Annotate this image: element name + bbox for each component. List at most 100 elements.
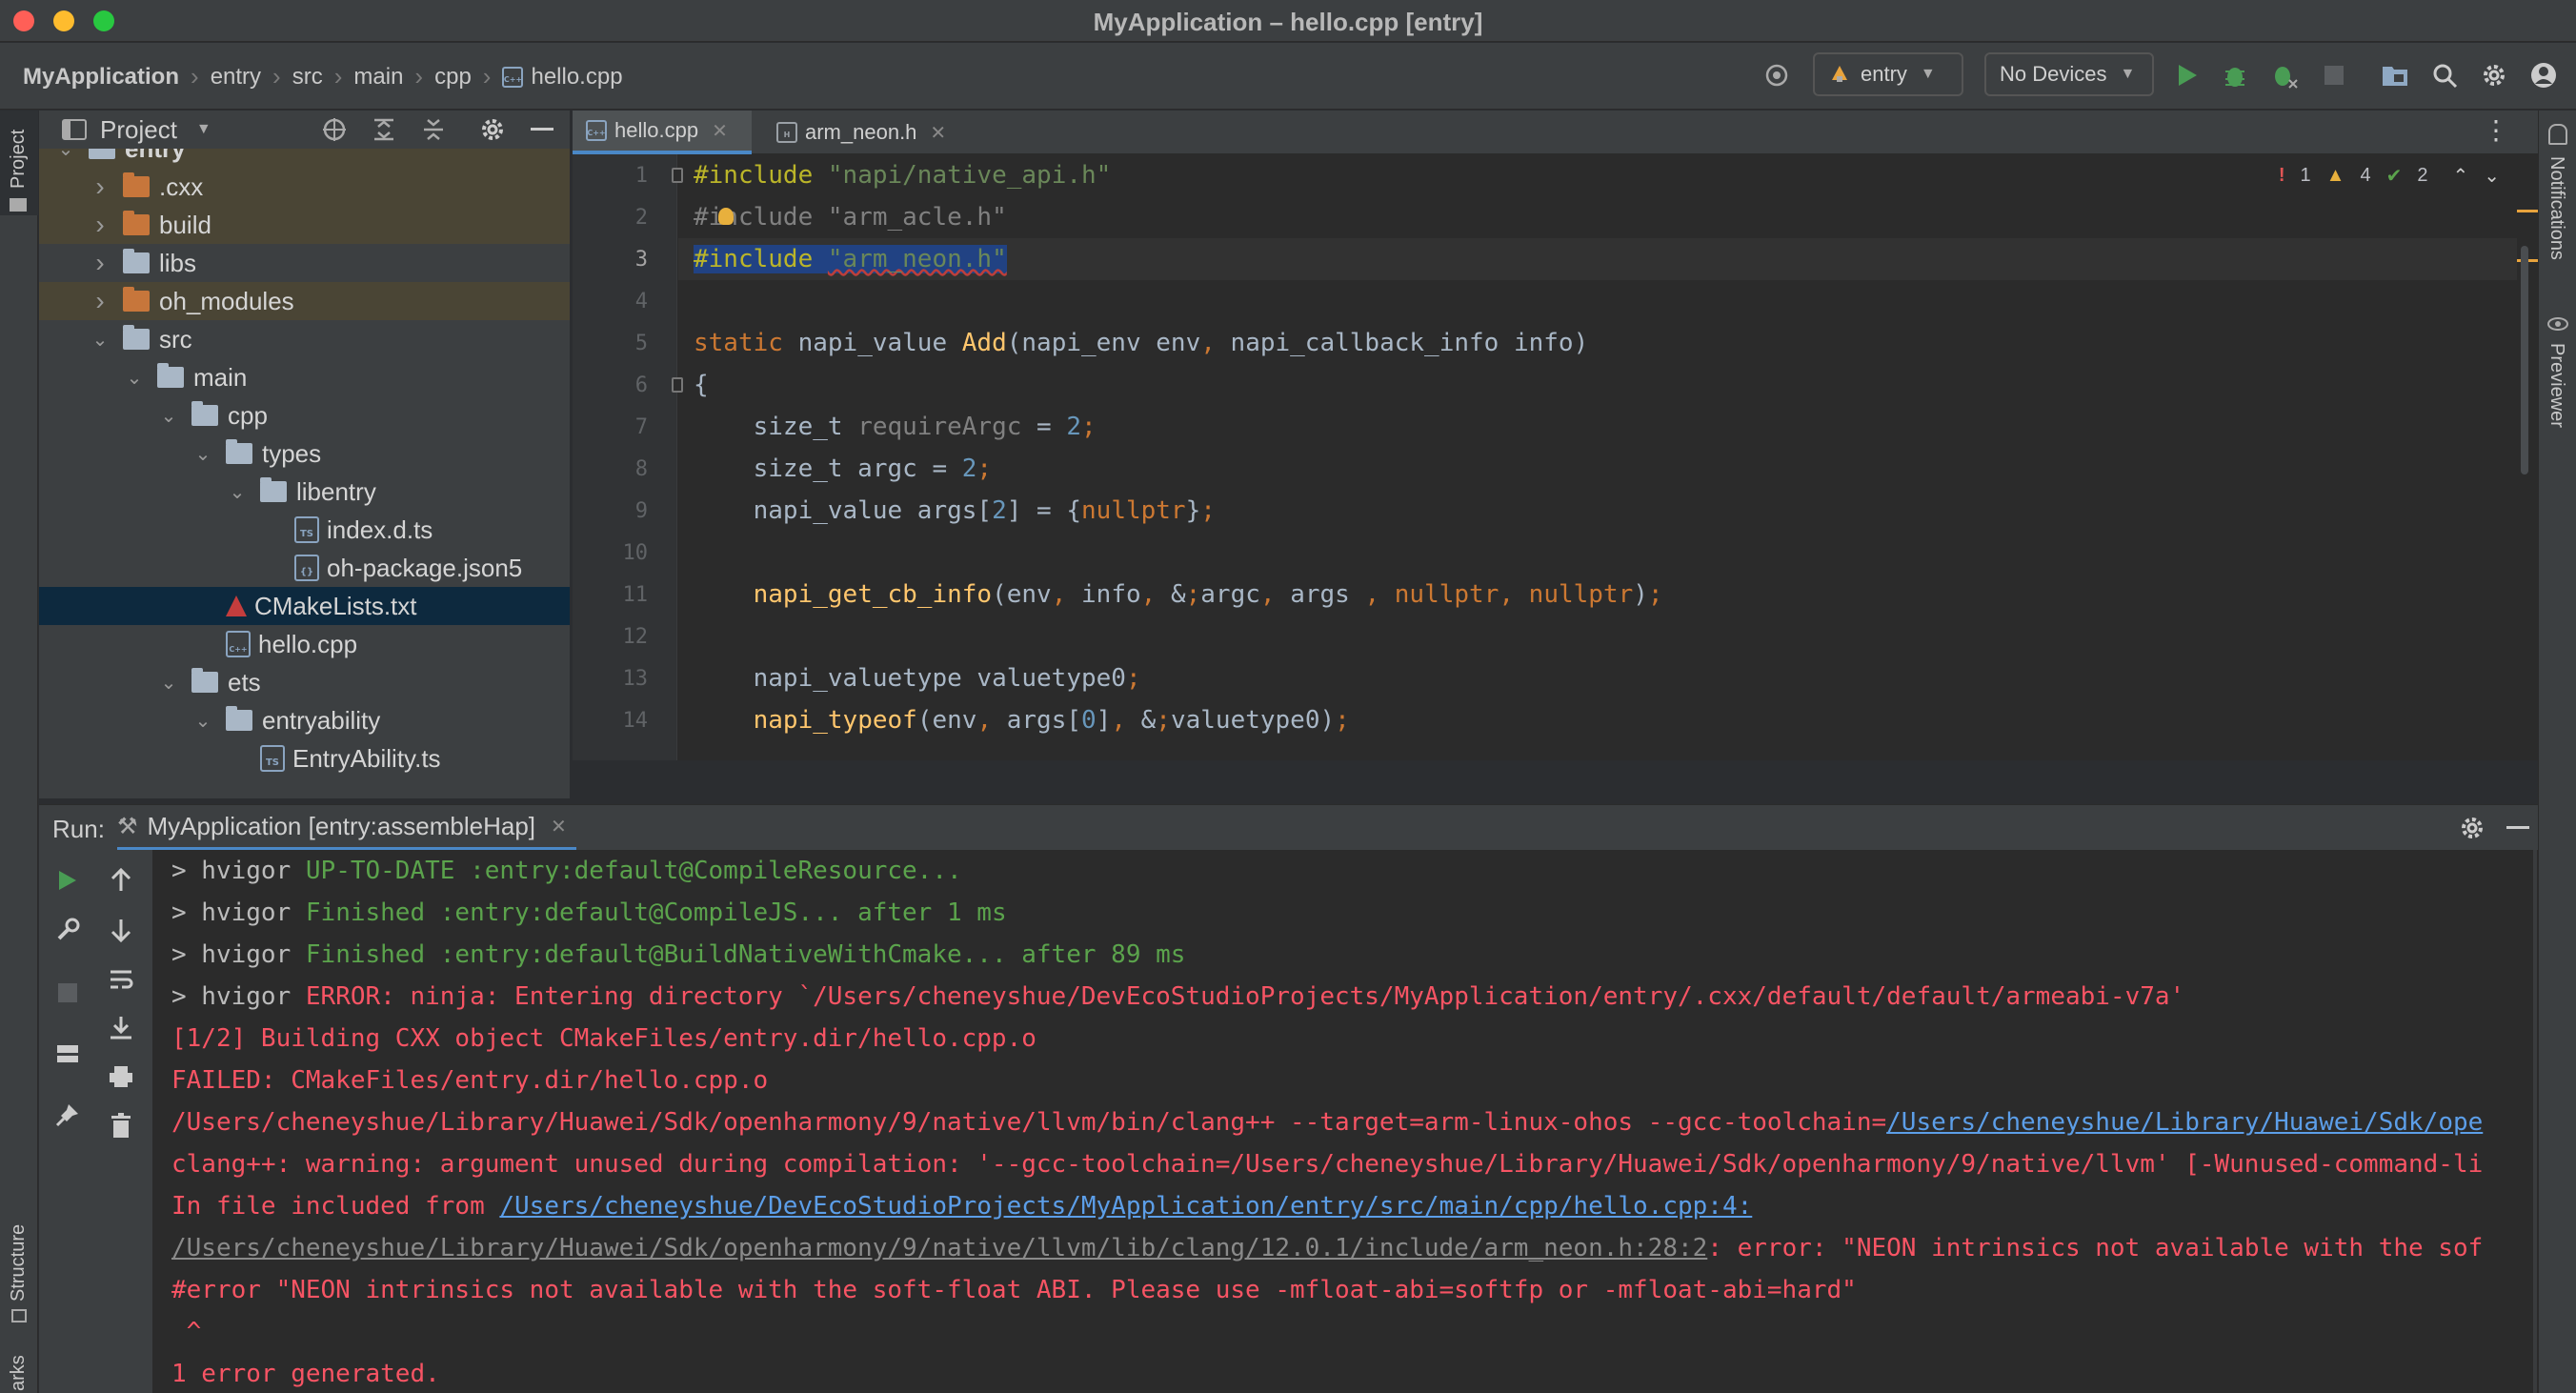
expand-all-icon[interactable]	[371, 116, 397, 150]
code-area[interactable]: #include "napi/native_api.h" #include "ar…	[694, 154, 2504, 760]
breadcrumb-item[interactable]: entry	[211, 64, 261, 91]
hide-panel-icon[interactable]	[2506, 826, 2529, 829]
settings-gear-icon[interactable]	[2459, 815, 2485, 846]
next-highlight-icon[interactable]: ⌄	[2484, 164, 2500, 188]
locate-file-icon[interactable]	[321, 116, 348, 150]
chevron-right-icon[interactable]: ›	[91, 172, 110, 202]
notifications-tool-tab[interactable]: Notifications	[2539, 120, 2576, 292]
bookmarks-tool-tab[interactable]: arks	[0, 1349, 38, 1393]
breadcrumb-item[interactable]: src	[292, 64, 323, 91]
editor-scrollbar[interactable]	[2511, 154, 2538, 760]
run-config-tab[interactable]: ⚒ MyApplication [entry:assembleHap] ✕	[117, 805, 576, 851]
up-arrow-icon[interactable]	[104, 863, 138, 898]
structure-tool-tab[interactable]: Structure	[0, 1187, 38, 1330]
code-line[interactable]: napi_valuetype valuetype0;	[694, 657, 1141, 699]
console-file-link[interactable]: /Users/cheneyshue/Library/Huawei/Sdk/ope	[1886, 1108, 2483, 1137]
tree-item[interactable]: ⌄ entryability	[39, 701, 570, 739]
tree-item[interactable]: CMakeLists.txt	[39, 587, 570, 625]
tree-item[interactable]: › oh_modules	[39, 282, 570, 320]
tree-item[interactable]: TS index.d.ts	[39, 511, 570, 549]
lightbulb-icon[interactable]	[718, 208, 734, 225]
close-tab-icon[interactable]: ✕	[551, 815, 567, 838]
tree-item[interactable]: C++ hello.cpp	[39, 625, 570, 663]
code-editor[interactable]: 1 2 3 4 5 6 7 8 9 10 11 12 13 14 #include "napi/nativ…	[573, 154, 2538, 760]
code-line[interactable]: size_t requireArgc = 2;	[694, 406, 1097, 448]
breadcrumb-item[interactable]: MyApplication	[23, 64, 179, 91]
target-icon[interactable]	[1758, 54, 1796, 96]
layout-icon[interactable]	[50, 1037, 85, 1071]
previewer-tool-tab[interactable]: Previewer	[2539, 311, 2576, 444]
tab-arm-neon-h[interactable]: H arm_neon.h ✕	[763, 111, 973, 154]
code-line[interactable]: static napi_value Add(napi_env env, napi…	[694, 322, 1588, 364]
tree-item[interactable]: ⌄ libentry	[39, 473, 570, 511]
down-arrow-icon[interactable]	[104, 913, 138, 947]
tree-item[interactable]: › .cxx	[39, 168, 570, 206]
stop-icon[interactable]	[50, 976, 85, 1010]
fold-marker-icon[interactable]	[672, 168, 683, 183]
code-line[interactable]: #include "arm_neon.h"	[694, 238, 1007, 280]
previous-highlight-icon[interactable]: ⌃	[2452, 164, 2468, 188]
account-icon[interactable]	[2526, 54, 2561, 96]
attach-debugger-icon[interactable]	[2267, 54, 2302, 96]
chevron-down-icon[interactable]: ⌄	[125, 366, 144, 390]
console-scrollbar[interactable]	[2533, 850, 2537, 1393]
chevron-down-icon[interactable]: ⌄	[159, 671, 178, 695]
debug-icon[interactable]	[2218, 54, 2252, 96]
project-view-select[interactable]: Project	[100, 115, 177, 145]
hide-panel-icon[interactable]	[531, 128, 553, 131]
chevron-right-icon[interactable]: ›	[91, 210, 110, 240]
chevron-down-icon[interactable]: ⌄	[193, 442, 212, 466]
settings-gear-icon[interactable]	[479, 116, 506, 150]
print-icon[interactable]	[104, 1060, 138, 1094]
breadcrumb-item[interactable]: hello.cpp	[531, 64, 622, 91]
collapse-all-icon[interactable]	[420, 116, 447, 150]
code-line[interactable]: {	[694, 364, 709, 406]
chevron-down-icon[interactable]: ⌄	[56, 149, 75, 161]
settings-gear-icon[interactable]	[2477, 54, 2511, 96]
search-icon[interactable]	[2427, 54, 2462, 96]
chevron-down-icon[interactable]: ⌄	[228, 480, 247, 504]
breadcrumb-item[interactable]: main	[353, 64, 403, 91]
breadcrumb-item[interactable]: cpp	[434, 64, 472, 91]
warning-marker[interactable]	[2517, 210, 2538, 212]
code-line[interactable]: napi_value args[2] = {nullptr};	[694, 490, 1216, 532]
inspection-widget[interactable]: ! 1 ▲ 4 ✔ 2 ⌃ ⌄	[2279, 164, 2500, 188]
tree-item[interactable]: ⌄ src	[39, 320, 570, 358]
scroll-thumb[interactable]	[2521, 246, 2528, 474]
code-line[interactable]: napi_get_cb_info(env, info, &;argc, args…	[694, 574, 1663, 616]
tree-item[interactable]: ⌄ main	[39, 358, 570, 396]
project-tool-tab[interactable]: Project	[0, 111, 38, 215]
more-options-icon[interactable]: ⋮	[2483, 116, 2509, 145]
tree-item[interactable]: › libs	[39, 244, 570, 282]
chevron-down-icon[interactable]: ⌄	[91, 328, 110, 352]
stop-icon[interactable]	[2317, 54, 2351, 96]
scroll-to-end-icon[interactable]	[104, 1010, 138, 1044]
close-tab-icon[interactable]: ✕	[712, 119, 728, 143]
wrench-icon[interactable]	[50, 913, 85, 947]
fold-marker-icon[interactable]	[672, 377, 683, 393]
pin-icon[interactable]	[50, 1098, 85, 1132]
tree-item[interactable]: ⌄ cpp	[39, 396, 570, 434]
console-output[interactable]: > hvigor UP-TO-DATE :entry:default@Compi…	[171, 850, 2534, 1393]
close-tab-icon[interactable]: ✕	[930, 121, 946, 145]
code-line[interactable]: #include "napi/native_api.h"	[694, 154, 1111, 196]
chevron-down-icon[interactable]: ⌄	[193, 709, 212, 733]
run-icon[interactable]	[2170, 54, 2204, 96]
module-select[interactable]: entry ▼	[1813, 52, 1963, 96]
console-file-link[interactable]: /Users/cheneyshue/Library/Huawei/Sdk/ope…	[171, 1234, 1707, 1262]
tab-hello-cpp[interactable]: C++ hello.cpp ✕	[573, 111, 752, 154]
tree-item[interactable]: ⌄ entry	[39, 149, 570, 168]
device-select[interactable]: No Devices ▼	[1984, 52, 2154, 96]
project-structure-icon[interactable]	[2378, 54, 2412, 96]
rerun-icon[interactable]	[50, 863, 85, 898]
tree-item[interactable]: {} oh-package.json5	[39, 549, 570, 587]
soft-wrap-icon[interactable]	[104, 962, 138, 997]
trash-icon[interactable]	[104, 1109, 138, 1143]
console-file-link[interactable]: /Users/cheneyshue/DevEcoStudioProjects/M…	[499, 1192, 1752, 1221]
tree-item[interactable]: ⌄ types	[39, 434, 570, 473]
chevron-right-icon[interactable]: ›	[91, 248, 110, 278]
tree-item[interactable]: › build	[39, 206, 570, 244]
tree-item[interactable]: TS EntryAbility.ts	[39, 739, 570, 777]
chevron-down-icon[interactable]: ⌄	[159, 404, 178, 428]
tree-item[interactable]: ⌄ ets	[39, 663, 570, 701]
